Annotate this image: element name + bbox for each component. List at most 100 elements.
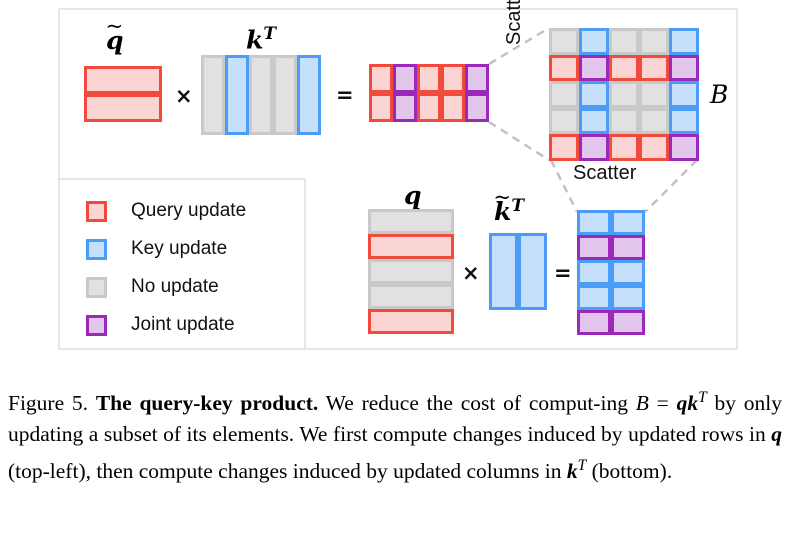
cell-blue	[577, 285, 611, 310]
caption-text-3: (top-left), then compute changes induced…	[8, 459, 567, 484]
k-tilde-transpose-label: ~ kT	[493, 187, 524, 225]
caption-math-k: k	[687, 391, 699, 416]
cell-purple	[669, 54, 699, 82]
blue-swatch-icon	[86, 238, 107, 260]
matrix-k-tilde-transpose	[489, 233, 547, 310]
cell-gray	[639, 81, 669, 108]
scatter-label-vertical: Scatter	[503, 0, 525, 45]
cell-red	[417, 93, 441, 122]
matrix-B	[549, 28, 699, 161]
q-tilde-label: ~ q	[105, 15, 123, 53]
transpose-superscript: T	[263, 24, 276, 44]
cell-blue	[669, 28, 699, 55]
cell-purple	[393, 93, 417, 122]
matrix-q-tilde	[84, 66, 162, 122]
cell-blue	[669, 107, 699, 135]
caption-var-k: k	[566, 459, 578, 484]
cell-blue	[579, 81, 609, 108]
cell-red	[609, 134, 639, 161]
caption-math-B: B	[635, 391, 649, 416]
legend-label: No update	[131, 276, 219, 297]
cell-blue	[297, 55, 321, 135]
cell-red	[368, 234, 454, 259]
caption-text-1: We reduce the cost of comput-ing	[318, 391, 636, 416]
legend-item-query-update: Query update	[86, 199, 246, 223]
legend-item-key-update: Key update	[86, 237, 227, 261]
multiply-operator-top: ×	[175, 84, 193, 108]
k-transpose-label: kT	[246, 24, 276, 55]
cell-gray	[201, 55, 225, 135]
cell-gray	[549, 81, 579, 108]
matrix-q	[368, 209, 454, 334]
caption-title: The query-key product.	[95, 391, 319, 416]
cell-purple	[577, 310, 611, 335]
legend-label: Key update	[131, 238, 228, 259]
cell-red	[549, 54, 579, 82]
matrix-bottom-result	[577, 210, 645, 335]
legend-item-no-update: No update	[86, 275, 219, 299]
caption-var-transpose: T	[577, 457, 587, 475]
cell-gray	[368, 284, 454, 309]
cell-blue	[577, 260, 611, 285]
multiply-operator-bottom: ×	[462, 261, 480, 285]
cell-blue	[225, 55, 249, 135]
cell-blue	[611, 210, 645, 235]
cell-purple	[465, 64, 489, 93]
cell-red	[441, 93, 465, 122]
cell-purple	[611, 235, 645, 260]
cell-purple	[669, 134, 699, 161]
cell-purple	[465, 93, 489, 122]
legend-label: Query update	[131, 200, 247, 221]
tilde-glyph: ~	[105, 13, 124, 39]
caption-equals: =	[648, 391, 677, 416]
matrix-k-transpose	[201, 55, 321, 135]
cell-purple	[393, 64, 417, 93]
cell-gray	[368, 209, 454, 234]
figure-caption: Figure 5. The query-key product. We redu…	[8, 382, 782, 487]
cell-red	[609, 54, 639, 82]
cell-red	[441, 64, 465, 93]
cell-red	[368, 309, 454, 334]
figure-diagram: ~ q × kT = Scatter B Scatter q × ~ kT = …	[0, 0, 790, 372]
scatter-label-horizontal: Scatter	[573, 162, 637, 184]
purple-swatch-icon	[86, 314, 107, 336]
cell-purple	[577, 235, 611, 260]
cell-blue	[669, 81, 699, 108]
cell-gray	[609, 107, 639, 135]
caption-figure-number: Figure 5.	[8, 391, 89, 416]
caption-text-4: (bottom).	[586, 459, 673, 484]
cell-gray	[549, 28, 579, 55]
cell-blue	[611, 260, 645, 285]
cell-gray	[273, 55, 297, 135]
cell-red	[549, 134, 579, 161]
cell-gray	[368, 259, 454, 284]
caption-math-q: q	[676, 391, 688, 416]
cell-gray	[639, 28, 669, 55]
cell-red	[369, 64, 393, 93]
cell-blue	[489, 233, 518, 310]
cell-purple	[579, 54, 609, 82]
gray-swatch-icon	[86, 276, 107, 298]
equals-operator-top: =	[336, 83, 354, 107]
caption-var-q: q	[771, 422, 782, 447]
transpose-superscript: T	[511, 196, 524, 216]
k-letter: k	[246, 25, 264, 55]
cell-red	[417, 64, 441, 93]
legend-label: Joint update	[131, 314, 235, 335]
cell-red	[84, 94, 162, 122]
matrix-top-result	[369, 64, 489, 122]
cell-blue	[611, 285, 645, 310]
cell-blue	[579, 107, 609, 135]
cell-red	[639, 54, 669, 82]
cell-blue	[577, 210, 611, 235]
cell-purple	[611, 310, 645, 335]
cell-gray	[609, 81, 639, 108]
tilde-glyph: ~	[493, 185, 512, 211]
caption-math-transpose: T	[698, 389, 707, 406]
cell-gray	[249, 55, 273, 135]
cell-red	[84, 66, 162, 94]
cell-blue	[579, 28, 609, 55]
red-swatch-icon	[86, 200, 107, 222]
cell-gray	[609, 28, 639, 55]
legend-item-joint-update: Joint update	[86, 313, 235, 337]
